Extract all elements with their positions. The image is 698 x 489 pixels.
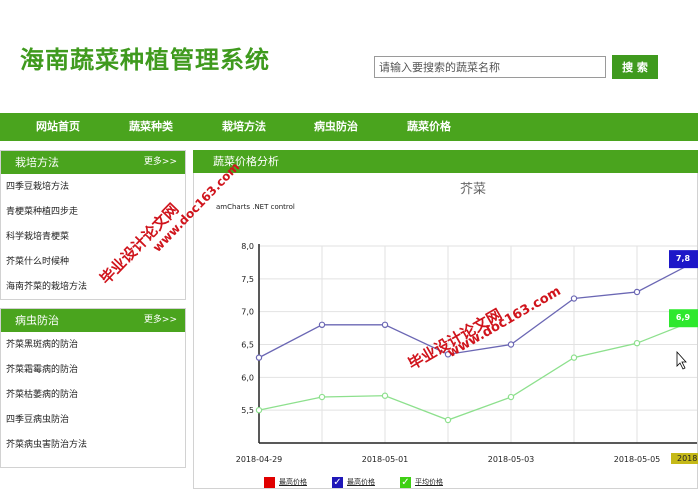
data-point <box>381 392 389 399</box>
legend-swatch[interactable] <box>264 477 275 488</box>
data-point <box>444 416 452 424</box>
x-tick-label: 2018-05-03 <box>488 455 535 464</box>
y-tick-label: 7,5 <box>241 275 254 284</box>
y-tick-label: 8,0 <box>241 242 254 251</box>
chart-legend: 最高价格 ✓ 最高价格 ✓ 平均价格 <box>240 474 685 489</box>
data-point <box>507 341 515 348</box>
y-tick-label: 5,5 <box>241 406 254 415</box>
data-point <box>318 321 326 328</box>
series-line <box>258 318 698 421</box>
data-point <box>318 393 326 401</box>
x-tick-label: 2018-04-29 <box>236 455 283 464</box>
data-point <box>570 295 578 302</box>
data-point <box>507 393 515 401</box>
legend-swatch[interactable]: ✓ <box>332 477 343 488</box>
data-point <box>381 321 389 328</box>
data-point <box>633 288 641 296</box>
y-tick-label: 7,0 <box>241 308 254 317</box>
legend-label[interactable]: 最高价格 <box>347 477 375 487</box>
price-line-chart: 8,0 7,5 7,0 6,5 6,0 5,5 2018-04-29 2018-05-01 20… <box>236 242 698 464</box>
end-value-label: 7,8 <box>676 254 691 263</box>
legend-swatch[interactable]: ✓ <box>400 477 411 488</box>
data-point <box>444 351 452 358</box>
y-tick-label: 6,0 <box>241 373 254 382</box>
y-tick-label: 6,5 <box>241 341 254 350</box>
legend-label[interactable]: 最高价格 <box>279 477 307 487</box>
legend-label[interactable]: 平均价格 <box>415 477 443 487</box>
x-tick-label: 2018-05-01 <box>362 455 409 464</box>
series-line <box>258 259 698 359</box>
data-point <box>255 354 263 361</box>
data-point <box>255 406 263 414</box>
data-point <box>633 339 641 347</box>
x-tick-label: 2018-05-05 <box>614 455 661 464</box>
data-point <box>570 354 578 361</box>
end-value-label: 6,9 <box>676 313 691 322</box>
x-tick-label: 2018 <box>677 454 697 463</box>
